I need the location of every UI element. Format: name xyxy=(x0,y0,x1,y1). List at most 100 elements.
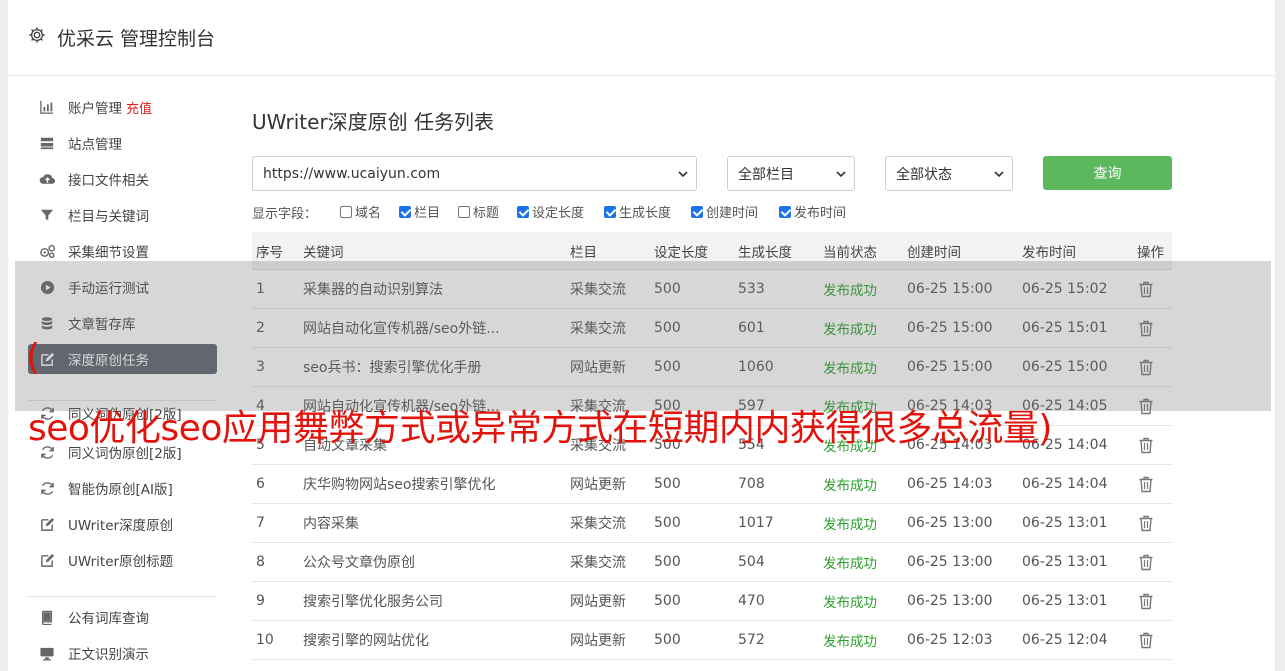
sidebar-item-label: 智能伪原创[AI版] xyxy=(68,482,173,498)
table-cell: 06-25 13:00 xyxy=(907,554,993,570)
table-cell: 504 xyxy=(738,554,765,570)
chevron-down-icon xyxy=(678,171,688,178)
delete-button[interactable] xyxy=(1137,426,1172,464)
site-select[interactable]: https://www.ucaiyun.com xyxy=(252,156,697,191)
checkbox-label: 设定长度 xyxy=(532,206,585,221)
display-fields-label: 显示字段： xyxy=(252,207,318,222)
table-cell: 572 xyxy=(738,632,765,648)
query-button[interactable]: 查询 xyxy=(1043,156,1172,190)
gear-icon xyxy=(29,27,45,43)
sidebar-item-14[interactable]: 公有词库查询 xyxy=(28,602,217,632)
checkbox-label: 栏目 xyxy=(414,206,441,221)
table-row: 7 内容采集 采集交流 500 1017 发布成功 06-25 13:00 06-25 13:… xyxy=(252,504,1172,543)
table-cell: 06-25 13:00 xyxy=(907,515,993,531)
table-cell: 1017 xyxy=(738,515,774,531)
checkbox[interactable] xyxy=(458,205,470,218)
table-cell: 06-25 14:03 xyxy=(907,476,993,492)
table-cell: 708 xyxy=(738,476,765,492)
checkbox[interactable] xyxy=(340,205,352,218)
cloud-upload-icon xyxy=(38,171,56,187)
table-cell: 500 xyxy=(654,593,681,609)
table-cell: 搜索引擎的网站优化 xyxy=(303,633,429,649)
column-select[interactable]: 全部栏目 xyxy=(727,156,855,191)
sidebar-item-3[interactable]: 接口文件相关 xyxy=(28,164,217,194)
sidebar-item-4[interactable]: 栏目与关键词 xyxy=(28,200,217,230)
delete-button[interactable] xyxy=(1137,621,1172,659)
checkbox[interactable] xyxy=(399,205,411,218)
table-cell: 7 xyxy=(256,515,265,531)
sidebar-item-label: 栏目与关键词 xyxy=(68,209,149,225)
table-row: 6 庆华购物网站seo搜索引擎优化 网站更新 500 708 发布成功 06-25 14:0… xyxy=(252,465,1172,504)
table-cell: 470 xyxy=(738,593,765,609)
column-select-value: 全部栏目 xyxy=(738,166,794,183)
sidebar-item-label: 采集细节设置 xyxy=(68,245,149,261)
field-checkbox-5[interactable]: 生成长度 xyxy=(604,202,671,221)
table-cell: 06-25 14:04 xyxy=(1022,476,1108,492)
checkbox[interactable] xyxy=(604,205,616,218)
table-cell: 6 xyxy=(256,476,265,492)
trash-icon xyxy=(1139,476,1153,492)
sidebar-item-label: 账户管理 xyxy=(68,101,122,117)
table-cell: 06-25 13:01 xyxy=(1022,593,1108,609)
filter-icon xyxy=(38,207,56,223)
field-checkbox-3[interactable]: 标题 xyxy=(458,202,499,221)
checkbox[interactable] xyxy=(517,205,529,218)
sidebar-divider xyxy=(28,596,217,597)
sidebar-item-13[interactable]: UWriter原创标题 xyxy=(28,545,217,575)
book-icon xyxy=(38,609,56,625)
table-cell: 500 xyxy=(654,632,681,648)
edit-icon xyxy=(38,552,56,568)
checkbox[interactable] xyxy=(779,205,791,218)
monitor-icon xyxy=(38,645,56,661)
table-cell: 9 xyxy=(256,593,265,609)
delete-button[interactable] xyxy=(1137,504,1172,542)
field-checkbox-2[interactable]: 栏目 xyxy=(399,202,440,221)
recharge-link[interactable]: 充值 xyxy=(126,98,152,117)
bar-chart-icon xyxy=(38,99,56,115)
refresh-icon xyxy=(38,480,56,496)
table-cell: 公众号文章伪原创 xyxy=(303,555,415,571)
table-cell: 内容采集 xyxy=(303,516,359,532)
table-cell: 8 xyxy=(256,554,265,570)
overlay-caption: seo优化seo应用舞弊方式或异常方式在短期内内获得很多总流量) xyxy=(28,408,1052,449)
status-badge: 发布成功 xyxy=(823,478,877,494)
table-cell: 10 xyxy=(256,632,274,648)
checkbox-label: 发布时间 xyxy=(794,206,847,221)
field-checkbox-6[interactable]: 创建时间 xyxy=(691,202,758,221)
table-cell: 06-25 13:01 xyxy=(1022,515,1108,531)
sidebar-item-12[interactable]: UWriter深度原创 xyxy=(28,509,217,539)
table-cell: 06-25 12:03 xyxy=(907,632,993,648)
sidebar-item-label: 公有词库查询 xyxy=(68,611,149,627)
checkbox-label: 创建时间 xyxy=(706,206,759,221)
delete-button[interactable] xyxy=(1137,582,1172,620)
table-cell: 发布成功 xyxy=(823,504,903,542)
trash-icon xyxy=(1139,632,1153,648)
status-badge: 发布成功 xyxy=(823,634,877,650)
sidebar-item-1[interactable]: 账户管理 充值 xyxy=(28,92,217,122)
table-row: 8 公众号文章伪原创 采集交流 500 504 发布成功 06-25 13:00 06-25 … xyxy=(252,543,1172,582)
app-title: 优采云 管理控制台 xyxy=(57,28,216,50)
sidebar-item-2[interactable]: 站点管理 xyxy=(28,128,217,158)
checkbox-label: 域名 xyxy=(355,206,382,221)
delete-button[interactable] xyxy=(1137,543,1172,581)
sidebar-item-11[interactable]: 智能伪原创[AI版] xyxy=(28,473,217,503)
field-checkbox-7[interactable]: 发布时间 xyxy=(779,202,846,221)
table-row: 9 搜索引擎优化服务公司 网站更新 500 470 发布成功 06-25 13:00 06-2… xyxy=(252,582,1172,621)
field-checkbox-1[interactable]: 域名 xyxy=(340,202,381,221)
status-select-value: 全部状态 xyxy=(896,166,952,183)
table-row: 10 搜索引擎的网站优化 网站更新 500 572 发布成功 06-25 12:03 06-2… xyxy=(252,621,1172,660)
checkbox[interactable] xyxy=(691,205,703,218)
trash-icon xyxy=(1139,554,1153,570)
table-cell: 500 xyxy=(654,515,681,531)
table-cell: 采集交流 xyxy=(570,516,626,532)
status-select[interactable]: 全部状态 xyxy=(885,156,1013,191)
table-cell: 发布成功 xyxy=(823,621,903,659)
delete-button[interactable] xyxy=(1137,465,1172,503)
sidebar-item-15[interactable]: 正文识别演示 xyxy=(28,638,217,668)
field-checkbox-4[interactable]: 设定长度 xyxy=(517,202,584,221)
table-cell: 网站更新 xyxy=(570,477,626,493)
chevron-down-icon xyxy=(994,171,1004,178)
status-badge: 发布成功 xyxy=(823,517,877,533)
trash-icon xyxy=(1139,437,1153,453)
sidebar-item-label: 站点管理 xyxy=(68,137,122,153)
